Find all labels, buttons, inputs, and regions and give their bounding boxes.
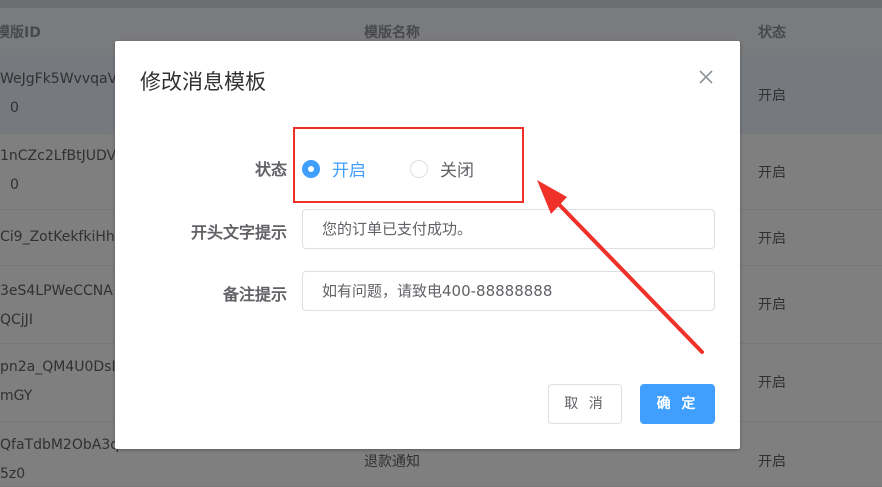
- radio-close[interactable]: 关闭: [410, 156, 474, 181]
- edit-template-dialog: 修改消息模板 状态 开启 关闭 开头文字提示 您的订单已支付成功。 备注提示 如…: [115, 41, 740, 449]
- opening-text-input[interactable]: 您的订单已支付成功。: [302, 209, 715, 249]
- cancel-button[interactable]: 取 消: [548, 384, 622, 424]
- opening-text-label: 开头文字提示: [190, 223, 287, 242]
- remark-input[interactable]: 如有问题，请致电400-88888888: [302, 271, 715, 311]
- radio-close-label[interactable]: 关闭: [440, 156, 474, 181]
- radio-open-label[interactable]: 开启: [332, 156, 366, 181]
- status-label: 状态: [254, 160, 287, 179]
- dialog-title: 修改消息模板: [140, 70, 266, 94]
- radio-open[interactable]: 开启: [302, 156, 366, 181]
- close-icon[interactable]: [698, 69, 714, 85]
- radio-close-dot[interactable]: [410, 159, 428, 178]
- confirm-button[interactable]: 确 定: [640, 384, 715, 424]
- radio-open-dot[interactable]: [302, 159, 320, 178]
- remark-label: 备注提示: [222, 285, 287, 304]
